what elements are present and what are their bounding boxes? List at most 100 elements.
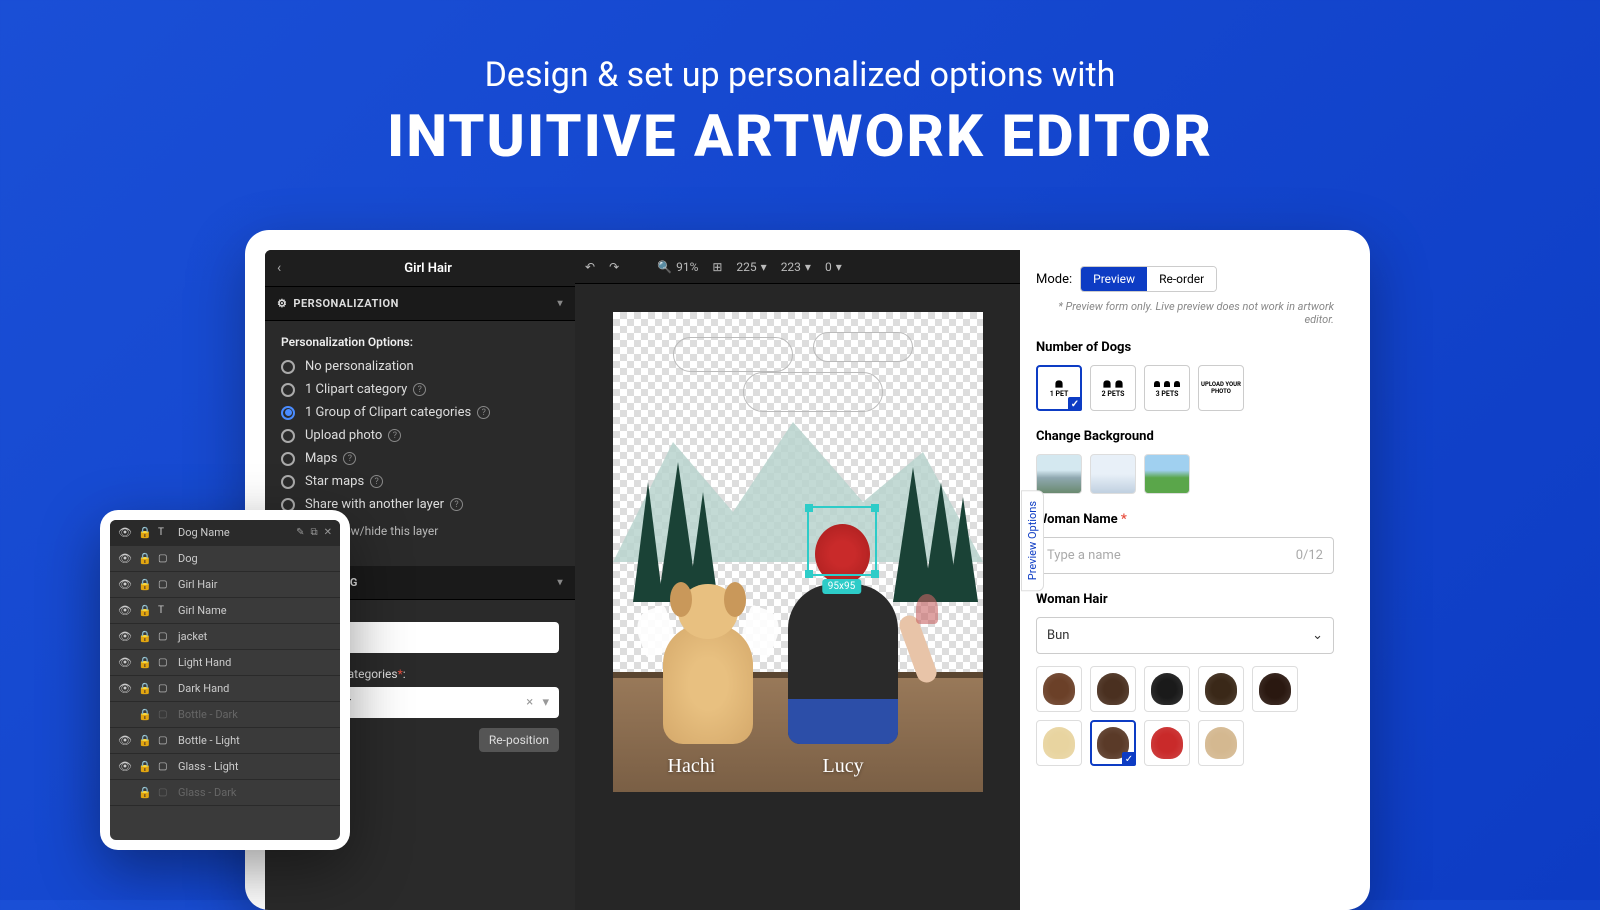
layer-type-icon: T bbox=[158, 527, 170, 538]
hair-option-3[interactable] bbox=[1198, 666, 1244, 712]
help-icon[interactable]: ? bbox=[388, 429, 401, 442]
layer-type-icon: ▢ bbox=[158, 735, 170, 746]
eye-icon[interactable]: 👁 bbox=[118, 760, 130, 773]
personalization-option-3[interactable]: Upload photo? bbox=[281, 428, 559, 443]
eye-icon[interactable]: 👁 bbox=[118, 630, 130, 643]
eye-icon[interactable]: 👁 bbox=[118, 578, 130, 591]
right-panel: Mode: Preview Re-order * Preview form on… bbox=[1020, 250, 1350, 910]
undo-button[interactable]: ↶ bbox=[585, 260, 595, 274]
lock-icon[interactable]: 🔒 bbox=[138, 526, 150, 539]
layer-type-icon: T bbox=[158, 605, 170, 616]
layer-row-3[interactable]: 👁🔒TGirl Name bbox=[110, 598, 340, 624]
layer-type-icon: ▢ bbox=[158, 631, 170, 642]
woman-name-input[interactable]: Type a name 0/12 bbox=[1036, 537, 1334, 574]
lock-icon[interactable]: 🔒 bbox=[138, 734, 150, 747]
personalization-option-0[interactable]: No personalization bbox=[281, 359, 559, 374]
y-coord[interactable]: 223 ▾ bbox=[781, 260, 811, 274]
personalization-option-5[interactable]: Star maps? bbox=[281, 474, 559, 489]
help-icon[interactable]: ? bbox=[413, 383, 426, 396]
layer-row-5[interactable]: 👁🔒▢Light Hand bbox=[110, 650, 340, 676]
mode-preview-button[interactable]: Preview bbox=[1081, 267, 1147, 291]
close-icon[interactable]: ✕ bbox=[324, 527, 332, 538]
x-coord[interactable]: 225 ▾ bbox=[736, 260, 766, 274]
personalization-header[interactable]: PERSONALIZATION ▾ bbox=[265, 287, 575, 321]
preview-options-tab[interactable]: Preview Options bbox=[1021, 490, 1044, 591]
dog-option-3[interactable]: UPLOAD YOUR PHOTO bbox=[1198, 365, 1244, 411]
lock-icon[interactable]: 🔒 bbox=[138, 604, 150, 617]
help-icon[interactable]: ? bbox=[370, 475, 383, 488]
back-button[interactable]: ‹ bbox=[277, 260, 281, 276]
lock-icon[interactable]: 🔒 bbox=[138, 578, 150, 591]
radio-icon bbox=[281, 452, 295, 466]
eye-icon[interactable]: 👁 bbox=[118, 682, 130, 695]
dog-option-1[interactable]: 2 PETS bbox=[1090, 365, 1136, 411]
personalization-option-2[interactable]: 1 Group of Clipart categories? bbox=[281, 405, 559, 420]
hair-option-5[interactable] bbox=[1036, 720, 1082, 766]
redo-button[interactable]: ↷ bbox=[609, 260, 619, 274]
hair-option-1[interactable] bbox=[1090, 666, 1136, 712]
layer-row-6[interactable]: 👁🔒▢Dark Hand bbox=[110, 676, 340, 702]
eye-icon[interactable]: 👁 bbox=[118, 734, 130, 747]
reposition-button[interactable]: Re-position bbox=[479, 728, 559, 752]
lock-icon[interactable]: 🔒 bbox=[138, 708, 150, 721]
selection-box[interactable]: 95x95 bbox=[807, 506, 877, 576]
radio-icon bbox=[281, 406, 295, 420]
hair-option-8[interactable] bbox=[1198, 720, 1244, 766]
eye-icon[interactable]: 👁 bbox=[118, 552, 130, 565]
hair-option-0[interactable] bbox=[1036, 666, 1082, 712]
canvas-toolbar: ↶ ↷ 🔍 91% ⊞ 225 ▾ 223 ▾ 0 ▾ bbox=[575, 250, 1020, 284]
mode-reorder-button[interactable]: Re-order bbox=[1147, 267, 1216, 291]
layer-type-icon: ▢ bbox=[158, 579, 170, 590]
hero-subtitle: Design & set up personalized options wit… bbox=[0, 55, 1600, 95]
radio-icon bbox=[281, 360, 295, 374]
help-icon[interactable]: ? bbox=[343, 452, 356, 465]
bg-option-2[interactable] bbox=[1090, 454, 1136, 494]
lock-icon[interactable]: 🔒 bbox=[138, 682, 150, 695]
dog-option-0[interactable]: 1 PET bbox=[1036, 365, 1082, 411]
eye-icon[interactable]: 👁 bbox=[118, 656, 130, 669]
artwork-name-1: Hachi bbox=[668, 755, 716, 778]
personalization-options-label: Personalization Options: bbox=[281, 335, 559, 349]
layer-row-9[interactable]: 👁🔒▢Glass - Light bbox=[110, 754, 340, 780]
lock-icon[interactable]: 🔒 bbox=[138, 656, 150, 669]
layer-row-7[interactable]: 🔒▢Bottle - Dark bbox=[110, 702, 340, 728]
hair-option-4[interactable] bbox=[1252, 666, 1298, 712]
eye-icon[interactable]: 👁 bbox=[118, 604, 130, 617]
chevron-down-icon: ⌄ bbox=[1312, 628, 1323, 643]
personalization-option-1[interactable]: 1 Clipart category? bbox=[281, 382, 559, 397]
rotation[interactable]: 0 ▾ bbox=[825, 260, 842, 274]
layer-row-10[interactable]: 🔒▢Glass - Dark bbox=[110, 780, 340, 806]
chevron-down-icon: ▾ bbox=[557, 298, 563, 309]
artboard[interactable]: 95x95 Hachi Lucy bbox=[613, 312, 983, 792]
dog-option-2[interactable]: 3 PETS bbox=[1144, 365, 1190, 411]
layer-row-8[interactable]: 👁🔒▢Bottle - Light bbox=[110, 728, 340, 754]
woman-hair-select[interactable]: Bun ⌄ bbox=[1036, 617, 1334, 654]
dog-graphic bbox=[648, 564, 768, 744]
radio-icon bbox=[281, 429, 295, 443]
layer-type-icon: ▢ bbox=[158, 683, 170, 694]
layer-row-1[interactable]: 👁🔒▢Dog bbox=[110, 546, 340, 572]
grid-toggle[interactable]: ⊞ bbox=[712, 260, 722, 274]
layer-row-0[interactable]: 👁🔒TDog Name✎⧉✕ bbox=[110, 520, 340, 546]
help-icon[interactable]: ? bbox=[450, 498, 463, 511]
layer-row-2[interactable]: 👁🔒▢Girl Hair bbox=[110, 572, 340, 598]
bg-option-1[interactable] bbox=[1036, 454, 1082, 494]
edit-icon[interactable]: ✎ bbox=[296, 527, 304, 538]
lock-icon[interactable]: 🔒 bbox=[138, 630, 150, 643]
bg-option-3[interactable] bbox=[1144, 454, 1190, 494]
preview-note: * Preview form only. Live preview does n… bbox=[1036, 300, 1334, 326]
eye-icon[interactable]: 👁 bbox=[118, 526, 130, 539]
help-icon[interactable]: ? bbox=[477, 406, 490, 419]
hair-option-7[interactable] bbox=[1144, 720, 1190, 766]
personalization-option-4[interactable]: Maps? bbox=[281, 451, 559, 466]
copy-icon[interactable]: ⧉ bbox=[310, 527, 317, 538]
canvas-area[interactable]: 95x95 Hachi Lucy bbox=[575, 284, 1020, 910]
lock-icon[interactable]: 🔒 bbox=[138, 552, 150, 565]
hair-option-2[interactable] bbox=[1144, 666, 1190, 712]
zoom-display[interactable]: 🔍 91% bbox=[657, 260, 698, 274]
radio-icon bbox=[281, 475, 295, 489]
layer-row-4[interactable]: 👁🔒▢jacket bbox=[110, 624, 340, 650]
lock-icon[interactable]: 🔒 bbox=[138, 786, 150, 799]
lock-icon[interactable]: 🔒 bbox=[138, 760, 150, 773]
hair-option-6[interactable] bbox=[1090, 720, 1136, 766]
